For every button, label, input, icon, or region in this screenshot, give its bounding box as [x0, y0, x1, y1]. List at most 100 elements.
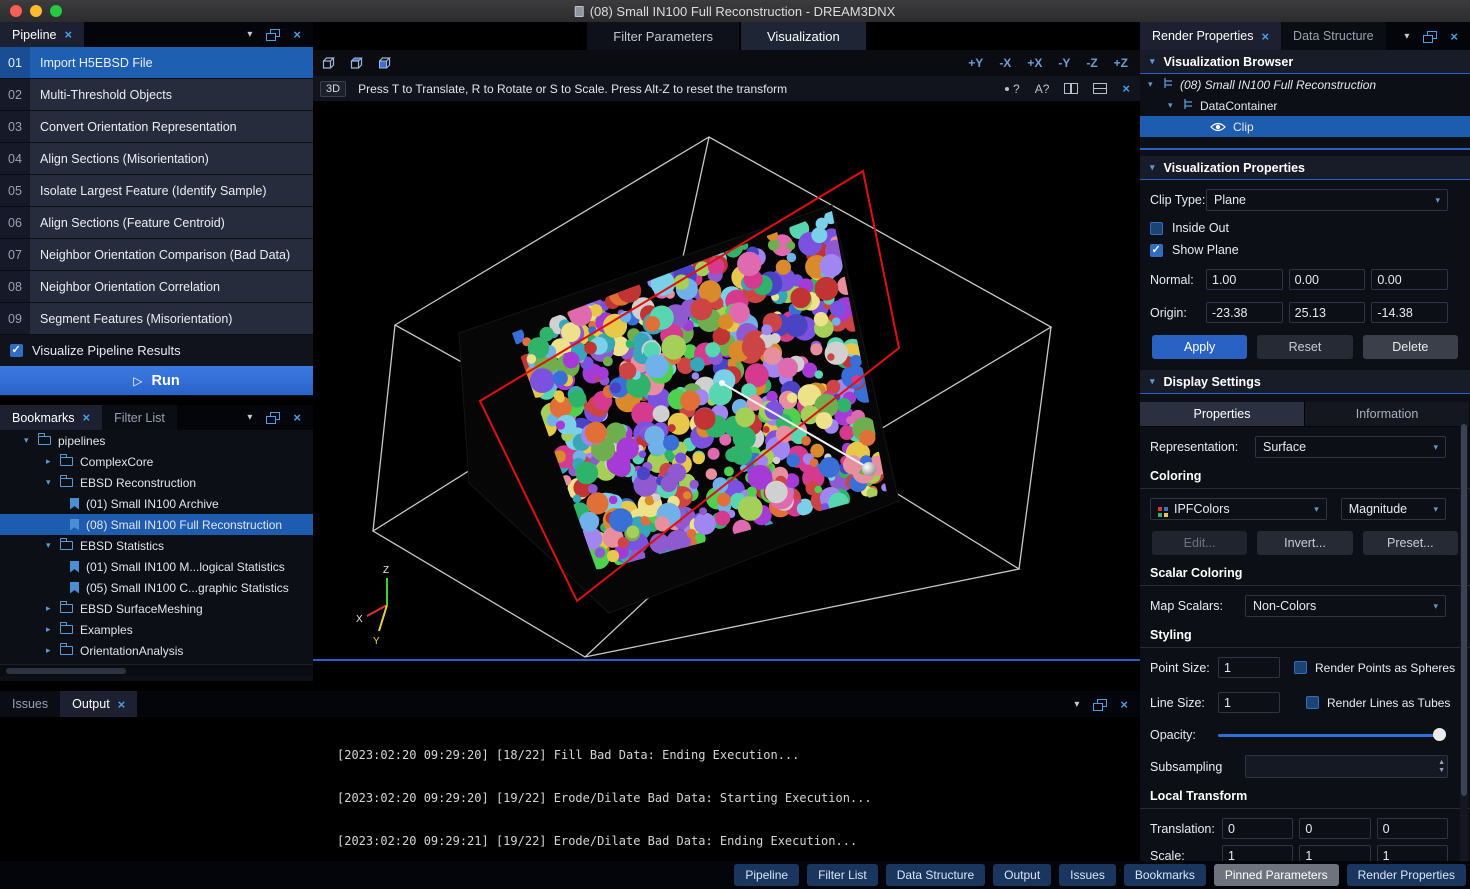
view-minus-x-button[interactable]: -X [999, 56, 1011, 70]
close-window-button[interactable] [10, 5, 22, 17]
tab-visualization[interactable]: Visualization [741, 22, 866, 50]
bookmark-item[interactable]: (01) Small IN100 Archive [0, 493, 313, 514]
pipeline-step[interactable]: 06 Align Sections (Feature Centroid) [0, 207, 313, 238]
apply-button[interactable]: Apply [1152, 335, 1247, 359]
dock-issues-button[interactable]: Issues [1059, 864, 1116, 886]
close-panel-icon[interactable]: × [1450, 30, 1458, 43]
translation-y-field[interactable] [1299, 818, 1370, 839]
undock-icon[interactable] [266, 412, 279, 423]
inside-out-checkbox[interactable] [1150, 222, 1163, 235]
bookmark-folder[interactable]: ▸ EBSD SurfaceMeshing [0, 598, 313, 619]
chevron-down-icon[interactable]: ▾ [1404, 31, 1409, 42]
point-size-field[interactable] [1218, 657, 1280, 678]
close-icon[interactable]: × [1261, 30, 1269, 43]
view-minus-z-button[interactable]: -Z [1086, 56, 1097, 70]
opacity-slider[interactable] [1218, 728, 1446, 742]
tab-pipeline[interactable]: Pipeline × [0, 22, 84, 47]
close-icon[interactable]: × [118, 698, 126, 711]
visualization-properties-header[interactable]: ▾ Visualization Properties [1140, 156, 1470, 180]
3d-viewport[interactable]: Z X Y [313, 101, 1140, 661]
scale-x-field[interactable] [1222, 845, 1293, 861]
spin-up-icon[interactable]: ▲ [1438, 759, 1445, 766]
pipeline-step[interactable]: 03 Convert Orientation Representation [0, 111, 313, 142]
view-plus-z-button[interactable]: +Z [1114, 56, 1128, 70]
reset-button[interactable]: Reset [1257, 335, 1352, 359]
view-plus-x-button[interactable]: +X [1027, 56, 1042, 70]
vertical-scrollbar[interactable] [1460, 422, 1468, 861]
annotation-icon[interactable]: A? [1035, 82, 1050, 96]
normal-y-field[interactable] [1289, 269, 1366, 290]
origin-y-field[interactable] [1289, 302, 1366, 323]
undock-icon[interactable] [1423, 31, 1436, 42]
eye-icon[interactable] [1210, 121, 1226, 133]
line-size-field[interactable] [1218, 692, 1280, 713]
dock-pipeline-button[interactable]: Pipeline [734, 864, 799, 886]
color-array-dropdown[interactable]: IPFColors ▾ [1150, 498, 1327, 520]
camera-projection-icon[interactable] [377, 56, 393, 70]
points-as-spheres-checkbox[interactable] [1294, 661, 1307, 674]
slider-thumb[interactable] [1433, 728, 1446, 741]
chevron-down-icon[interactable]: ▾ [247, 412, 252, 423]
pipeline-step[interactable]: 04 Align Sections (Misorientation) [0, 143, 313, 174]
undock-icon[interactable] [266, 29, 279, 40]
map-scalars-dropdown[interactable]: Non-Colors ▾ [1245, 595, 1446, 617]
close-panel-icon[interactable]: × [293, 28, 301, 41]
browser-node-pipeline[interactable]: ▾ (08) Small IN100 Full Reconstruction [1140, 74, 1470, 95]
chevron-down-icon[interactable]: ▾ [46, 540, 60, 551]
spin-down-icon[interactable]: ▼ [1438, 767, 1445, 774]
chevron-right-icon[interactable]: ▸ [46, 603, 60, 614]
chevron-right-icon[interactable]: ▸ [46, 456, 60, 467]
pipeline-step[interactable]: 08 Neighbor Orientation Correlation [0, 271, 313, 302]
dock-pinned-parameters-button[interactable]: Pinned Parameters [1214, 864, 1339, 886]
pipeline-step[interactable]: 01 Import H5EBSD File [0, 47, 313, 78]
close-panel-icon[interactable]: × [293, 411, 301, 424]
split-vertical-icon[interactable] [1064, 83, 1078, 94]
undock-icon[interactable] [1093, 699, 1106, 710]
translation-z-field[interactable] [1377, 818, 1448, 839]
preset-colormap-button[interactable]: Preset... [1363, 531, 1458, 555]
chevron-down-icon[interactable]: ▾ [1148, 79, 1162, 90]
tab-display-information[interactable]: Information [1305, 402, 1470, 426]
origin-z-field[interactable] [1371, 302, 1448, 323]
browser-node-datacontainer[interactable]: ▾ DataContainer [1140, 95, 1470, 116]
chevron-down-icon[interactable]: ▾ [1168, 100, 1182, 111]
bookmark-folder[interactable]: ▾ EBSD Reconstruction [0, 472, 313, 493]
display-settings-header[interactable]: ▾ Display Settings [1140, 370, 1470, 394]
zoom-window-button[interactable] [50, 5, 62, 17]
horizontal-scrollbar[interactable] [0, 664, 313, 676]
color-mode-dropdown[interactable]: Magnitude ▾ [1341, 498, 1446, 520]
split-horizontal-icon[interactable] [1093, 83, 1107, 94]
bookmark-folder[interactable]: ▾ EBSD Statistics [0, 535, 313, 556]
chevron-right-icon[interactable]: ▸ [46, 645, 60, 656]
pipeline-step[interactable]: 07 Neighbor Orientation Comparison (Bad … [0, 239, 313, 270]
tab-bookmarks[interactable]: Bookmarks × [0, 405, 102, 430]
bookmark-item-selected[interactable]: (08) Small IN100 Full Reconstruction [0, 514, 313, 535]
close-icon[interactable]: × [83, 411, 91, 424]
chevron-down-icon[interactable]: ▾ [247, 29, 252, 40]
pipeline-step[interactable]: 02 Multi-Threshold Objects [0, 79, 313, 110]
tab-filter-parameters[interactable]: Filter Parameters [587, 22, 739, 50]
console-log[interactable]: [2023:02:20 09:29:20] [18/22] Fill Bad D… [0, 717, 1140, 861]
bookmark-item[interactable]: (05) Small IN100 C...graphic Statistics [0, 577, 313, 598]
normal-z-field[interactable] [1371, 269, 1448, 290]
edit-colormap-button[interactable]: Edit... [1152, 531, 1247, 555]
scale-z-field[interactable] [1377, 845, 1448, 861]
tab-filter-list[interactable]: Filter List [102, 405, 177, 430]
dock-bookmarks-button[interactable]: Bookmarks [1124, 864, 1206, 886]
bookmark-folder[interactable]: ▸ ComplexCore [0, 451, 313, 472]
tab-render-properties[interactable]: Render Properties × [1140, 22, 1281, 50]
run-button[interactable]: ▷ Run [0, 366, 313, 395]
tab-output[interactable]: Output × [60, 691, 137, 717]
chevron-down-icon[interactable]: ▾ [46, 477, 60, 488]
representation-dropdown[interactable]: Surface ▾ [1255, 436, 1446, 458]
view-plus-y-button[interactable]: +Y [968, 56, 983, 70]
bookmark-folder[interactable]: ▸ Examples [0, 619, 313, 640]
dock-output-button[interactable]: Output [993, 864, 1051, 886]
dock-data-structure-button[interactable]: Data Structure [886, 864, 985, 886]
normal-x-field[interactable] [1206, 269, 1283, 290]
bookmark-folder[interactable]: ▸ OrientationAnalysis [0, 640, 313, 661]
pipeline-step[interactable]: 09 Segment Features (Misorientation) [0, 303, 313, 334]
pick-query-icon[interactable]: ? [1005, 82, 1020, 96]
snap-view-icon[interactable] [349, 56, 365, 70]
chevron-down-icon[interactable]: ▾ [1074, 699, 1079, 710]
